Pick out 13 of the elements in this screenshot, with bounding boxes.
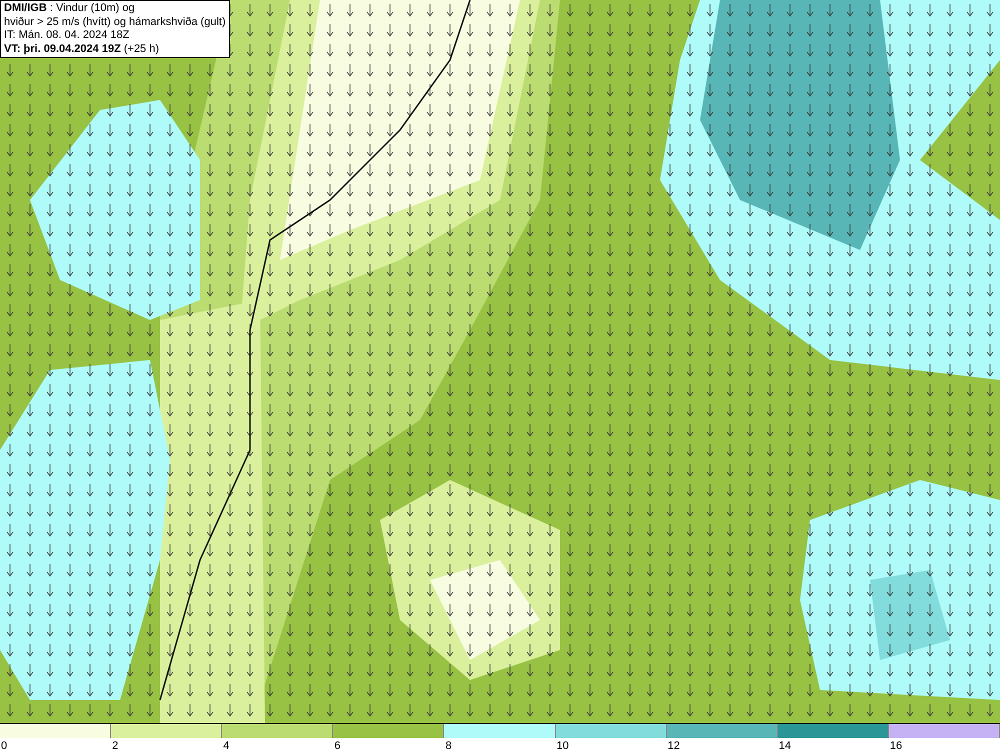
scale-label: 8 (444, 740, 452, 752)
scale-label: 2 (111, 740, 118, 752)
scale-label: 0 (0, 740, 8, 752)
scale-label: 6 (333, 740, 340, 752)
scale-label: 4 (222, 740, 230, 752)
info-text: DMI/IGB : Vindur (10m) og (4, 2, 136, 16)
scale-label: 14 (778, 740, 792, 752)
scale-label: 12 (666, 740, 680, 752)
info-text: VT: þri. 09.04.2024 19Z (+25 h) (4, 42, 160, 56)
scale-label: 16 (888, 740, 902, 752)
scale-label: 10 (556, 740, 569, 752)
info-text: hviður > 25 m/s (hvítt) og hámarkshviða (gult) (4, 16, 226, 29)
info-text: IT: Mán. 08. 04. 2024 18Z (4, 29, 130, 42)
